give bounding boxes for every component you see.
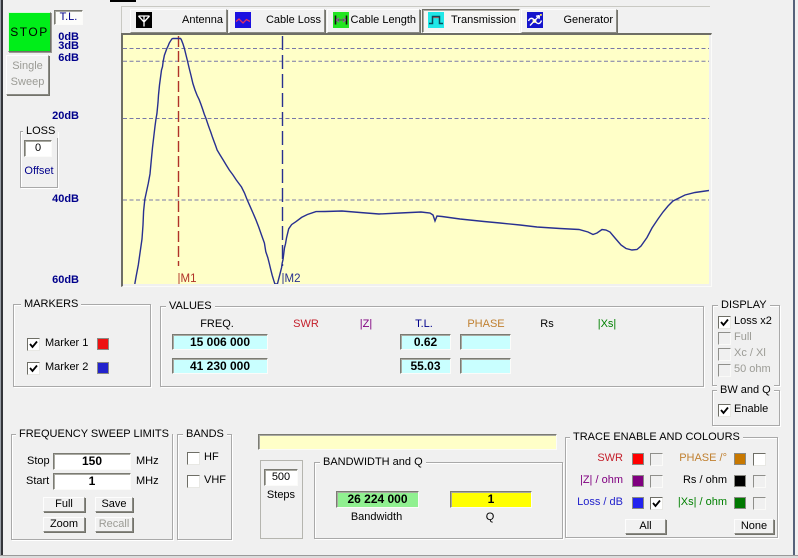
svg-text:|M1: |M1 xyxy=(178,273,197,284)
svg-text:|M2: |M2 xyxy=(282,273,301,284)
